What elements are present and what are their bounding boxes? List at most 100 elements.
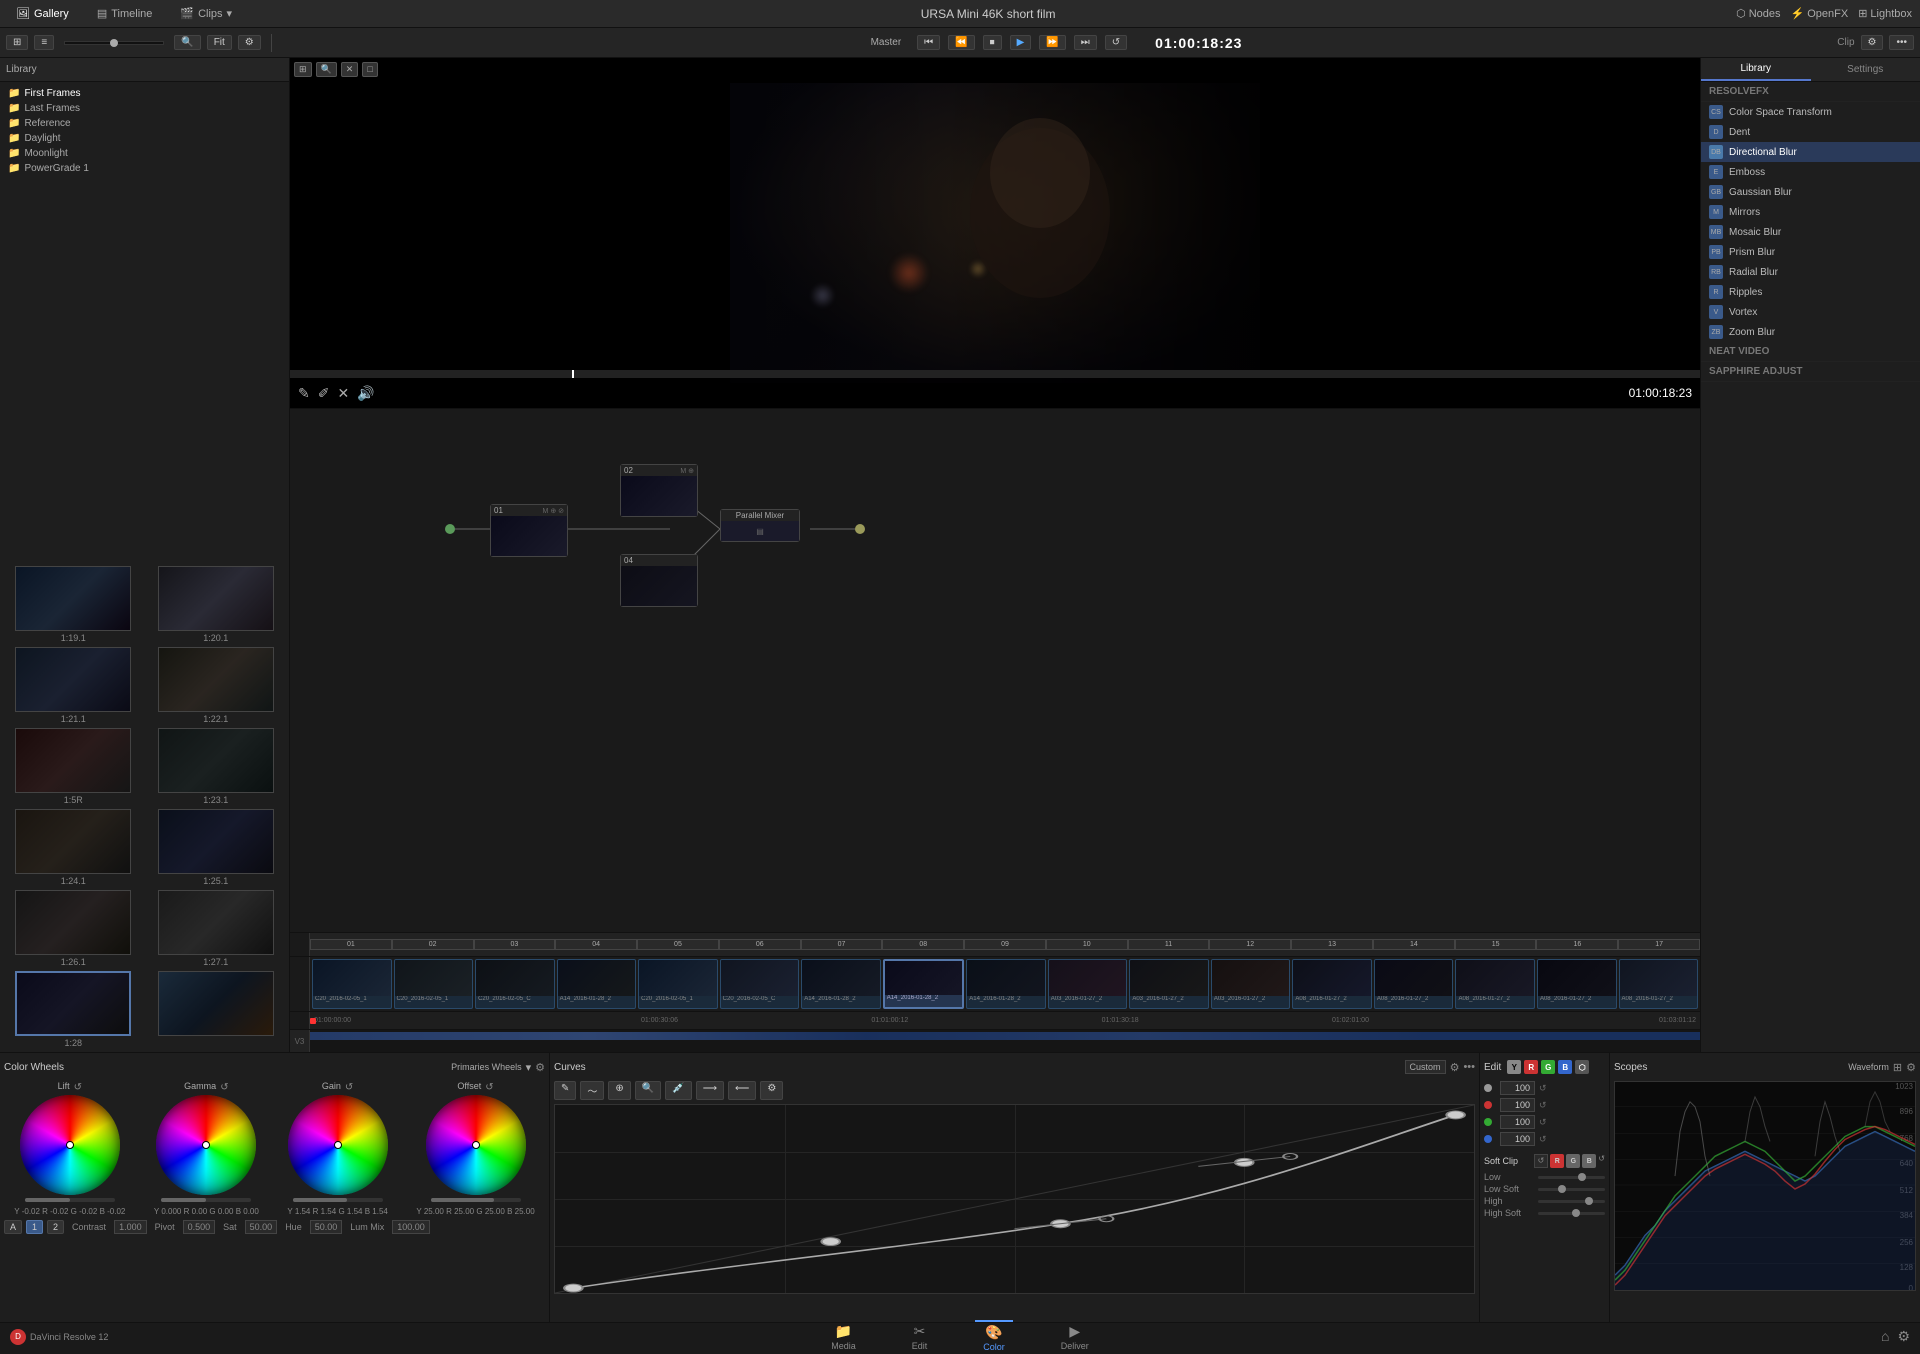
prev-frame-button[interactable]: ⏪ <box>948 35 974 50</box>
rfx-tab-settings[interactable]: Settings <box>1811 58 1920 81</box>
rfx-item-radial[interactable]: RB Radial Blur <box>1701 262 1920 282</box>
viewer-settings-button[interactable]: ⚙ <box>238 35 261 50</box>
rfx-item-zoom[interactable]: ZB Zoom Blur <box>1701 322 1920 342</box>
rfx-item-vortex[interactable]: V Vortex <box>1701 302 1920 322</box>
play-button[interactable]: ▶ <box>1010 35 1032 50</box>
clip-thumb-14[interactable]: A08_2016-01-27_2 <box>1455 959 1535 1009</box>
scopes-settings-icon[interactable]: ⚙ <box>1906 1061 1916 1074</box>
scopes-layout-icon[interactable]: ⊞ <box>1893 1061 1902 1074</box>
lift-wheel-dot[interactable] <box>66 1141 74 1149</box>
sc-high-soft-slider[interactable] <box>1538 1212 1605 1215</box>
ch-b-reset[interactable]: ↺ <box>1539 1134 1547 1145</box>
channel-y-button[interactable]: Y <box>1507 1060 1521 1074</box>
fit-button[interactable]: Fit <box>207 35 232 50</box>
thumb-7[interactable]: 1:25.1 <box>147 809 286 886</box>
lightbox-button[interactable]: ⊞ Lightbox <box>1858 7 1912 20</box>
hue-value[interactable]: 50.00 <box>310 1220 343 1234</box>
ch-r-value[interactable]: 100 <box>1500 1098 1535 1112</box>
sidebar-item-powergrade[interactable]: 📁 PowerGrade 1 <box>0 161 289 176</box>
search-button[interactable]: 🔍 <box>174 35 200 50</box>
sidebar-item-last-frames[interactable]: 📁 Last Frames <box>0 101 289 116</box>
viewer-tool-grid[interactable]: ⊞ <box>294 62 312 77</box>
btn-1[interactable]: 1 <box>26 1220 43 1234</box>
viewer-scrubber[interactable] <box>290 370 1700 378</box>
thumb-8[interactable]: 1:26.1 <box>4 890 143 967</box>
nav-deliver[interactable]: ▶ Deliver <box>1053 1321 1097 1353</box>
tab-clips[interactable]: 🎬 Clips ▾ <box>172 5 240 22</box>
home-icon[interactable]: ⌂ <box>1881 1328 1889 1345</box>
viewer-delete-mark[interactable]: ✕ <box>337 385 349 402</box>
settings-gear-icon[interactable]: ⚙ <box>1897 1328 1910 1345</box>
node-01[interactable]: 01 M ⊕ ⊘ <box>490 504 568 557</box>
gain-color-wheel[interactable] <box>288 1095 388 1195</box>
rfx-item-directional-blur[interactable]: DB Directional Blur <box>1701 142 1920 162</box>
node-02[interactable]: 02 M ⊕ <box>620 464 698 517</box>
clip-thumb-10[interactable]: A03_2016-01-27_2 <box>1129 959 1209 1009</box>
lift-color-wheel[interactable] <box>20 1095 120 1195</box>
offset-color-wheel[interactable] <box>426 1095 526 1195</box>
viewer-mark-in[interactable]: ✎ <box>298 385 310 402</box>
viewer-safe-zone[interactable]: □ <box>362 62 377 77</box>
rfx-tab-library[interactable]: Library <box>1701 58 1811 81</box>
rfx-item-mosaic[interactable]: MB Mosaic Blur <box>1701 222 1920 242</box>
curves-zoom-tool[interactable]: 🔍 <box>635 1081 661 1100</box>
clip-thumb-15[interactable]: A08_2016-01-27_2 <box>1537 959 1617 1009</box>
nodes-button[interactable]: ⬡ Nodes <box>1736 7 1780 20</box>
channel-b-button[interactable]: B <box>1558 1060 1572 1074</box>
contrast-value[interactable]: 1.000 <box>114 1220 147 1234</box>
cw-settings-icon[interactable]: ⚙ <box>535 1061 545 1074</box>
clip-thumb-9[interactable]: A03_2016-01-27_2 <box>1048 959 1128 1009</box>
lift-slider[interactable] <box>25 1198 115 1202</box>
sidebar-item-moonlight[interactable]: 📁 Moonlight <box>0 146 289 161</box>
clip-thumb-7-selected[interactable]: A14_2016-01-28_2 <box>883 959 965 1009</box>
viewer-tool-close[interactable]: ✕ <box>341 62 359 77</box>
clip-thumb-6[interactable]: A14_2016-01-28_2 <box>801 959 881 1009</box>
rfx-item-prism[interactable]: PB Prism Blur <box>1701 242 1920 262</box>
ch-r-reset[interactable]: ↺ <box>1539 1100 1547 1111</box>
thumb-1[interactable]: 1:20.1 <box>147 566 286 643</box>
btn-a[interactable]: A <box>4 1220 22 1234</box>
more-options[interactable]: ••• <box>1889 35 1914 50</box>
clip-thumb-12[interactable]: A08_2016-01-27_2 <box>1292 959 1372 1009</box>
curves-select-tool[interactable]: ⊕ <box>608 1081 630 1100</box>
sc-low-soft-slider[interactable] <box>1538 1188 1605 1191</box>
channel-g-button[interactable]: G <box>1541 1060 1555 1074</box>
thumb-4[interactable]: 1:5R <box>4 728 143 805</box>
clip-thumb-4[interactable]: C20_2016-02-05_1 <box>638 959 718 1009</box>
pivot-value[interactable]: 0.500 <box>183 1220 216 1234</box>
gamma-slider[interactable] <box>161 1198 251 1202</box>
ch-y-value[interactable]: 100 <box>1500 1081 1535 1095</box>
curves-mode-label[interactable]: Custom <box>1405 1060 1446 1074</box>
sc-reset-btn[interactable]: ↺ <box>1534 1154 1549 1168</box>
rfx-item-emboss[interactable]: E Emboss <box>1701 162 1920 182</box>
openfx-button[interactable]: ⚡ OpenFX <box>1791 7 1849 20</box>
rfx-item-gaussian[interactable]: GB Gaussian Blur <box>1701 182 1920 202</box>
clip-thumb-8[interactable]: A14_2016-01-28_2 <box>966 959 1046 1009</box>
clip-thumb-11[interactable]: A03_2016-01-27_2 <box>1211 959 1291 1009</box>
gamma-reset-icon[interactable]: ↺ <box>220 1082 228 1093</box>
gain-reset-icon[interactable]: ↺ <box>345 1082 353 1093</box>
clip-settings[interactable]: ⚙ <box>1861 35 1884 50</box>
thumb-11[interactable] <box>147 971 286 1048</box>
sat-value[interactable]: 50.00 <box>245 1220 278 1234</box>
thumb-2[interactable]: 1:21.1 <box>4 647 143 724</box>
nav-color[interactable]: 🎨 Color <box>975 1320 1013 1354</box>
sc-low-slider[interactable] <box>1538 1176 1605 1179</box>
sc-r-btn[interactable]: R <box>1550 1154 1564 1168</box>
clip-thumb-5[interactable]: C20_2016-02-05_C <box>720 959 800 1009</box>
curves-back-tool[interactable]: ⟵ <box>728 1081 756 1100</box>
gain-wheel-dot[interactable] <box>334 1141 342 1149</box>
thumb-6[interactable]: 1:24.1 <box>4 809 143 886</box>
curves-settings-icon[interactable]: ⚙ <box>1450 1061 1460 1074</box>
curves-smooth-tool[interactable]: 〜 <box>580 1081 604 1100</box>
stop-button[interactable]: ⏹ <box>983 35 1002 50</box>
clip-thumb-1[interactable]: C20_2016-02-05_1 <box>394 959 474 1009</box>
sc-b-btn[interactable]: B <box>1582 1154 1596 1168</box>
cw-dropdown-icon[interactable]: ▾ <box>526 1061 532 1074</box>
ch-y-reset[interactable]: ↺ <box>1539 1083 1547 1094</box>
lift-reset-icon[interactable]: ↺ <box>74 1082 82 1093</box>
list-view-button[interactable]: ≡ <box>34 35 54 50</box>
gain-slider[interactable] <box>293 1198 383 1202</box>
curves-eyedrop-tool[interactable]: 💉 <box>665 1081 691 1100</box>
clip-thumb-13[interactable]: A08_2016-01-27_2 <box>1374 959 1454 1009</box>
